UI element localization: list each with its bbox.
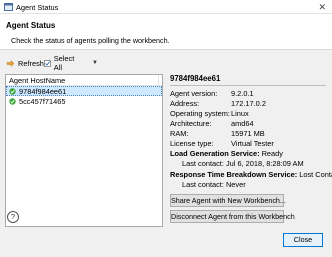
detail-label: Operating system: — [170, 109, 230, 118]
load-generation-status: Ready — [262, 149, 283, 158]
load-generation-last-contact: Last contact: Jul 6, 2018, 8:28:09 AM — [182, 159, 304, 168]
detail-value: 9.2.0.1 — [231, 89, 254, 98]
select-all-dropdown[interactable]: ▼ — [92, 57, 98, 69]
agent-list-header[interactable]: Agent HostName — [6, 75, 162, 86]
agent-row[interactable]: 9784f984ee61 — [6, 86, 162, 96]
response-time-status: Lost Contact — [299, 170, 332, 179]
refresh-button[interactable]: Refresh — [6, 57, 44, 69]
detail-label: Agent version: — [170, 89, 217, 98]
status-ok-icon — [9, 88, 16, 95]
select-all-button[interactable]: Select All — [44, 57, 77, 69]
detail-label: RAM: — [170, 129, 188, 138]
agent-list[interactable]: Agent HostName 9784f984ee61 5cc457f71465 — [5, 74, 163, 227]
dialog-body: Refresh Select All ▼ Agent HostName 9784… — [0, 50, 332, 257]
disconnect-agent-button[interactable]: Disconnect Agent from this Workbench — [170, 210, 284, 223]
agent-row[interactable]: 5cc457f71465 — [6, 96, 162, 106]
select-all-icon — [44, 59, 51, 68]
agent-hostname: 9784f984ee61 — [19, 87, 66, 96]
response-time-label: Response Time Breakdown Service: — [170, 170, 299, 179]
share-agent-button[interactable]: Share Agent with New Workbench... — [170, 194, 284, 207]
window-close-icon[interactable]: ✕ — [318, 2, 326, 13]
agent-name: 9784f984ee61 — [170, 74, 220, 83]
agent-details: 9784f984ee61 Agent version: 9.2.0.1 Addr… — [170, 74, 328, 227]
load-generation-service: Load Generation Service: Ready — [170, 149, 283, 158]
response-time-last-contact: Last contact: Never — [182, 180, 246, 189]
detail-value: 15971 MB — [231, 129, 265, 138]
app-icon — [4, 3, 13, 11]
dialog-description: Check the status of agents polling the w… — [11, 36, 170, 45]
status-ok-icon — [9, 98, 16, 105]
detail-value: 172.17.0.2 — [231, 99, 266, 108]
detail-label: Address: — [170, 99, 199, 108]
chevron-down-icon: ▼ — [92, 60, 98, 66]
close-button[interactable]: Close — [283, 233, 323, 247]
agent-hostname: 5cc457f71465 — [19, 97, 65, 106]
load-generation-label: Load Generation Service: — [170, 149, 262, 158]
refresh-icon — [6, 59, 15, 68]
detail-value: Virtual Tester — [231, 139, 274, 148]
dialog-title: Agent Status — [6, 21, 55, 30]
details-divider — [170, 85, 326, 86]
detail-value: Linux — [231, 109, 249, 118]
select-all-label: Select All — [54, 54, 77, 72]
detail-label: Architecture: — [170, 119, 212, 128]
column-header-hostname[interactable]: Agent HostName — [9, 75, 159, 86]
refresh-label: Refresh — [18, 59, 44, 68]
detail-value: amd64 — [231, 119, 254, 128]
window-titlebar: Agent Status ✕ — [0, 0, 332, 14]
help-icon[interactable]: ? — [7, 211, 19, 223]
window-title: Agent Status — [16, 3, 58, 12]
dialog-header: Agent Status Check the status of agents … — [0, 14, 332, 50]
response-time-service: Response Time Breakdown Service: Lost Co… — [170, 170, 332, 179]
detail-label: License type: — [170, 139, 214, 148]
